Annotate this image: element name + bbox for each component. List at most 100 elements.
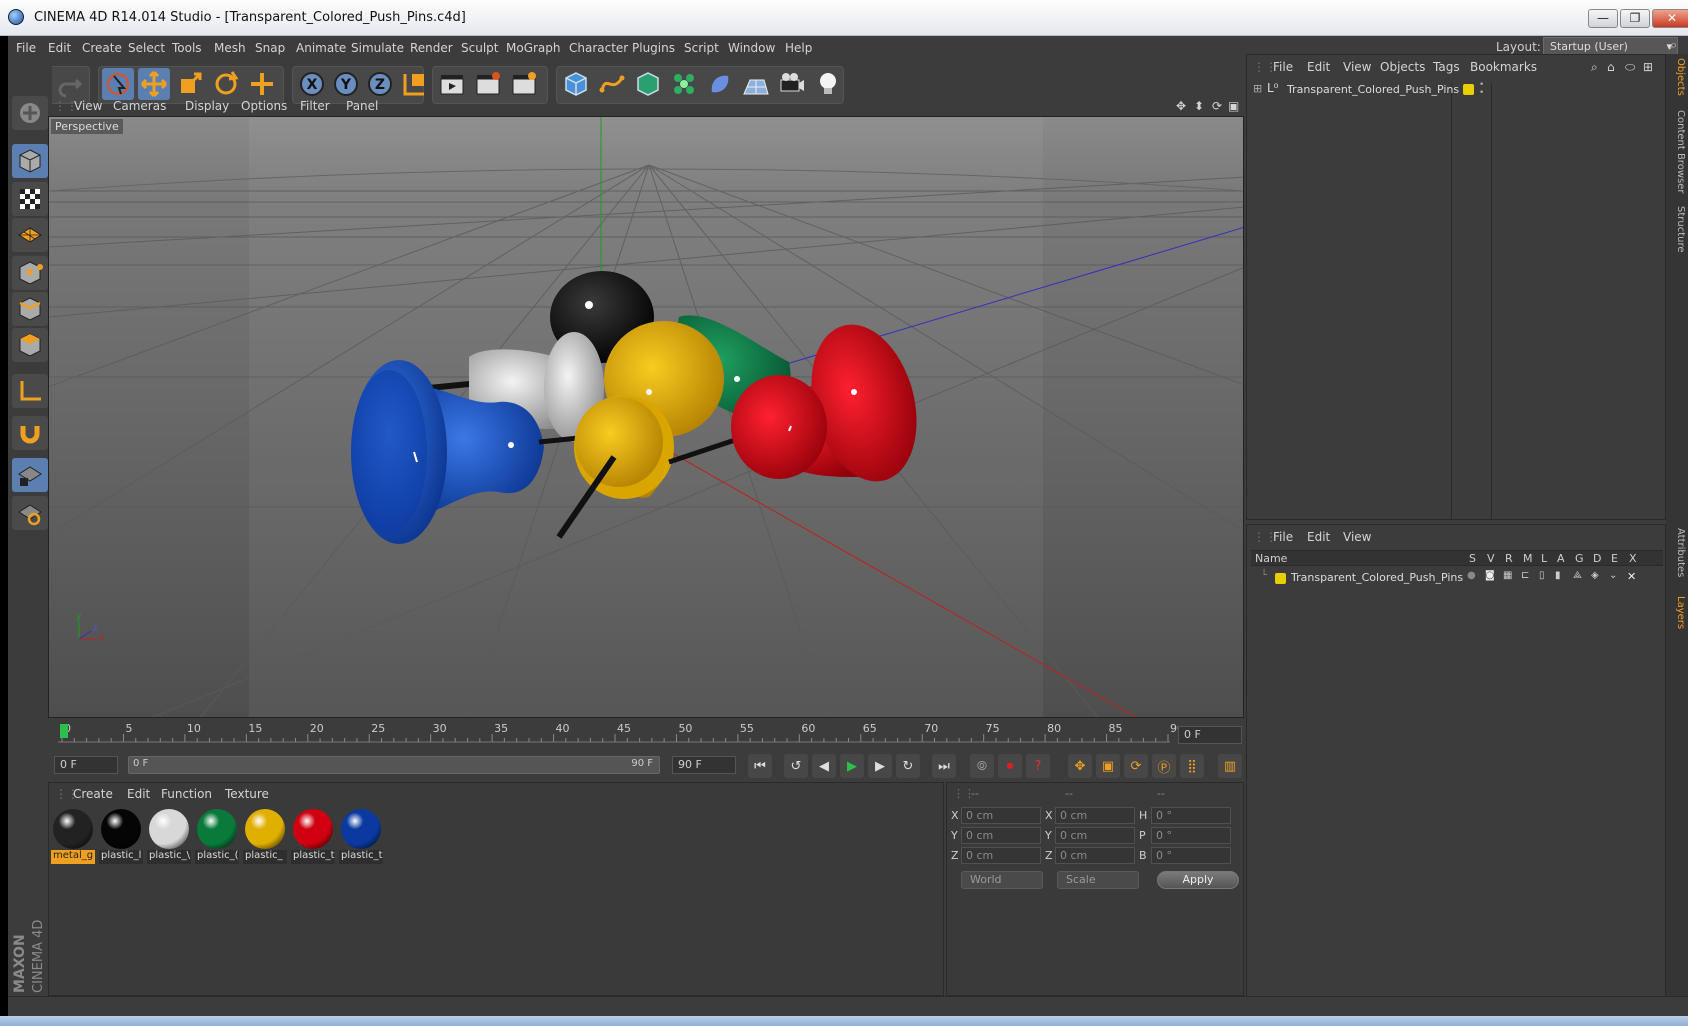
deformer-icon[interactable]: ◈ [1591,570,1599,581]
tab-attributes[interactable]: Attributes [1668,528,1686,577]
play-button[interactable]: ▶ [840,754,864,778]
key-pla-button[interactable]: ⣿ [1180,754,1204,778]
object-menu-edit[interactable]: Edit [1307,60,1330,74]
viewport-scene[interactable]: y x z [49,117,1244,718]
menu-window[interactable]: Window [728,41,775,55]
object-home-icon[interactable]: ⌂ [1607,60,1615,74]
pos-y-field[interactable]: 0 cm [961,827,1041,844]
timeline[interactable]: 051015202530354045505560657075808590 0 F [48,720,1244,750]
viewport-menu-view[interactable]: View [74,99,102,113]
end-frame-field[interactable]: 90 F [672,756,736,774]
tab-structure[interactable]: Structure [1668,206,1686,253]
object-search-icon[interactable]: ⌕ [1591,60,1598,75]
menu-simulate[interactable]: Simulate [351,41,404,55]
menu-plugins[interactable]: Plugins [632,41,675,55]
col-manager[interactable]: M [1523,552,1533,565]
axis-mode-button[interactable] [12,374,48,408]
global-search-icon[interactable]: ⌕ [1670,38,1677,53]
col-animation[interactable]: A [1557,552,1565,565]
viewport-menu-panel[interactable]: Panel [346,99,378,113]
timeline-layout-button[interactable]: ▥ [1218,754,1242,778]
menu-script[interactable]: Script [684,41,719,55]
col-view[interactable]: V [1487,552,1495,565]
viewport-menu-display[interactable]: Display [185,99,229,113]
layer-menu-view[interactable]: View [1343,530,1371,544]
key-position-button[interactable]: ✥ [1068,754,1092,778]
tab-content-browser[interactable]: Content Browser [1668,110,1686,193]
object-menu-objects[interactable]: Objects [1380,60,1425,74]
col-deformers[interactable]: D [1593,552,1601,565]
col-xref[interactable]: X [1629,552,1637,565]
workplane-lock-button[interactable] [12,458,48,492]
material-item[interactable]: plastic_t [291,807,335,865]
next-key-button[interactable]: ↻ [896,754,920,778]
col-render[interactable]: R [1505,552,1513,565]
tab-objects[interactable]: Objects [1668,58,1686,96]
minimize-button[interactable]: — [1588,9,1618,28]
layer-menu-edit[interactable]: Edit [1307,530,1330,544]
col-expressions[interactable]: E [1611,552,1618,565]
viewport-orbit-icon[interactable]: ⟳ [1212,99,1222,113]
timeline-playhead[interactable] [60,724,68,738]
expression-icon[interactable]: ⌄ [1609,570,1617,581]
points-mode-button[interactable] [12,256,48,290]
solo-icon[interactable]: ● [1467,570,1476,581]
expand-icon[interactable]: ⊞ [1253,82,1262,95]
menu-select[interactable]: Select [128,41,165,55]
keyframe-selection-button[interactable]: ? [1026,754,1050,778]
camera-label[interactable]: Perspective [51,119,123,134]
preview-range-slider[interactable]: 0 F 90 F [128,756,660,774]
material-item[interactable]: plastic_t [339,807,383,865]
timeline-ruler[interactable]: 051015202530354045505560657075808590 [48,720,1178,750]
go-to-start-button[interactable]: ⏮ [748,754,772,778]
menu-mesh[interactable]: Mesh [214,41,246,55]
menu-mograph[interactable]: MoGraph [506,41,561,55]
layer-color-swatch[interactable] [1275,573,1286,584]
col-name[interactable]: Name [1255,552,1287,565]
material-item[interactable]: plastic_\ [147,807,191,865]
eye-icon[interactable]: ◙ [1485,570,1495,581]
menu-sculpt[interactable]: Sculpt [461,41,498,55]
object-menu-bookmarks[interactable]: Bookmarks [1470,60,1537,74]
cinema4d-app-icon[interactable] [8,9,24,25]
polygons-mode-button[interactable] [12,328,48,362]
menu-snap[interactable]: Snap [255,41,285,55]
next-frame-button[interactable]: ▶ [868,754,892,778]
viewport-menu-options[interactable]: Options [241,99,287,113]
autokeying-button[interactable]: ⏺ [998,754,1022,778]
coordinate-space-select[interactable]: World [961,871,1043,889]
snap-toggle-button[interactable] [12,416,48,450]
layer-color-swatch[interactable] [1463,84,1474,95]
visibility-dots-icon[interactable]: • • [1479,81,1484,98]
start-frame-field[interactable]: 0 F [54,756,118,774]
previous-key-button[interactable]: ↺ [784,754,808,778]
object-menu-tags[interactable]: Tags [1433,60,1460,74]
menu-animate[interactable]: Animate [296,41,346,55]
record-active-objects-button[interactable]: ⦾ [970,754,994,778]
rot-b-field[interactable]: 0 ° [1151,847,1231,864]
workplane-mode-button[interactable] [12,218,48,252]
edges-mode-button[interactable] [12,292,48,326]
current-frame-field[interactable]: 0 F [1178,726,1242,744]
object-link-icon[interactable]: ⬭ [1625,60,1635,75]
perspective-viewport[interactable]: y x z Perspective [48,116,1244,718]
object-row[interactable]: ⊞ L⁰ Transparent_Colored_Push_Pins • • [1253,81,1633,99]
animation-icon[interactable]: ▮ [1555,570,1561,581]
model-mode-button[interactable] [12,144,48,178]
object-new-window-icon[interactable]: ⊞ [1643,60,1653,74]
key-parameter-button[interactable]: Ⓟ [1152,754,1176,778]
layer-menu-file[interactable]: File [1273,530,1293,544]
close-button[interactable]: ✕ [1652,9,1688,28]
size-mode-select[interactable]: Scale [1057,871,1139,889]
material-item[interactable]: plastic_( [195,807,239,865]
menu-create[interactable]: Create [82,41,122,55]
material-menu-function[interactable]: Function [161,787,212,801]
col-locked[interactable]: L [1541,552,1547,565]
viewport-menu-cameras[interactable]: Cameras [113,99,166,113]
viewport-dolly-icon[interactable]: ⬍ [1194,99,1204,113]
menu-render[interactable]: Render [410,41,453,55]
material-menu-texture[interactable]: Texture [225,787,269,801]
size-z-field[interactable]: 0 cm [1055,847,1135,864]
apply-button[interactable]: Apply [1157,871,1239,889]
col-solo[interactable]: S [1469,552,1476,565]
